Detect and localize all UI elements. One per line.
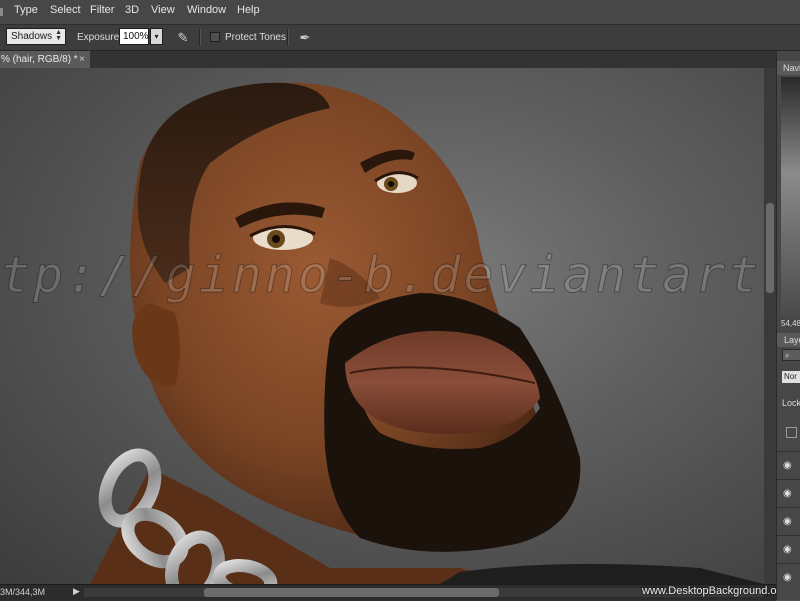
lock-label: Lock	[782, 398, 800, 408]
layer-checkbox[interactable]	[786, 427, 797, 438]
layer-row[interactable]: ◉	[777, 507, 800, 536]
shirt-shape	[440, 563, 764, 584]
menu-type[interactable]: Type	[14, 4, 38, 16]
range-select-value: Shadows	[11, 31, 53, 42]
range-select[interactable]: Shadows ▲ ▼	[6, 28, 66, 45]
search-icon[interactable]: ⌕	[782, 349, 800, 361]
play-icon[interactable]: ▶	[73, 586, 80, 597]
eye-icon[interactable]: ◉	[783, 488, 792, 499]
eye-icon[interactable]: ◉	[783, 460, 792, 471]
canvas[interactable]: tp://ginno-b.deviantart.com	[0, 68, 764, 584]
navigator-preview[interactable]	[781, 77, 800, 317]
eye-icon[interactable]: ◉	[783, 516, 792, 527]
menu-select[interactable]: Select	[50, 4, 81, 16]
options-bar: Shadows ▲ ▼ Exposure: 100% ▾ ✎ Protect To…	[0, 25, 800, 51]
range-select-arrows-icon: ▲ ▼	[55, 29, 62, 42]
watermark-text: tp://ginno-b.deviantart.com	[0, 246, 764, 305]
options-separator	[199, 29, 201, 46]
close-icon[interactable]: ×	[79, 51, 85, 68]
navigator-tab[interactable]: Navi	[777, 61, 800, 75]
layer-row[interactable]: ◉	[777, 451, 800, 480]
eye-icon[interactable]: ◉	[783, 544, 792, 555]
eye-icon[interactable]: ◉	[783, 572, 792, 583]
document-tab-title: % (hair, RGB/8) *	[1, 54, 78, 65]
menu-3d[interactable]: 3D	[125, 4, 139, 16]
zoom-value[interactable]: 54,48	[781, 319, 800, 328]
airbrush-icon[interactable]: ✎	[174, 29, 192, 46]
blend-mode-select[interactable]: Nor	[782, 371, 800, 383]
exposure-dropdown-icon[interactable]: ▾	[150, 28, 163, 45]
menu-window[interactable]: Window	[187, 4, 226, 16]
menu-bar: Type Select Filter 3D View Window Help	[0, 0, 800, 25]
layers-tab[interactable]: Laye	[777, 333, 800, 347]
protect-tones-checkbox[interactable]	[210, 32, 220, 42]
exposure-input[interactable]: 100%	[119, 28, 149, 45]
layer-row[interactable]: ◉	[777, 479, 800, 508]
document-tab-strip: % (hair, RGB/8) * ×	[0, 51, 776, 68]
menu-filter[interactable]: Filter	[90, 4, 114, 16]
vertical-scrollbar[interactable]	[764, 68, 776, 584]
protect-tones-label: Protect Tones	[225, 32, 286, 43]
document-tab[interactable]: % (hair, RGB/8) * ×	[0, 51, 90, 68]
exposure-label: Exposure:	[77, 32, 123, 43]
menu-view[interactable]: View	[151, 4, 175, 16]
horizontal-scroll-thumb[interactable]	[204, 588, 499, 597]
document-size: 3M/344,3M	[0, 587, 46, 597]
menu-edge-mark	[0, 8, 3, 16]
vertical-scroll-thumb[interactable]	[766, 203, 774, 293]
credit-watermark: www.DesktopBackground.org	[642, 585, 787, 597]
caricature-artwork	[90, 82, 764, 584]
options-separator	[287, 29, 289, 46]
layer-row[interactable]: ◉	[777, 563, 800, 592]
menu-help[interactable]: Help	[237, 4, 260, 16]
right-pupil	[388, 181, 394, 187]
layer-row[interactable]: ◉	[777, 535, 800, 564]
left-pupil	[272, 235, 280, 243]
right-panels: Navi 54,48 Laye ⌕ Nor Lock ◉ ◉ ◉ ◉ ◉	[776, 51, 800, 600]
tablet-pressure-icon[interactable]: ✒	[296, 29, 314, 46]
ear-shape	[132, 303, 180, 387]
